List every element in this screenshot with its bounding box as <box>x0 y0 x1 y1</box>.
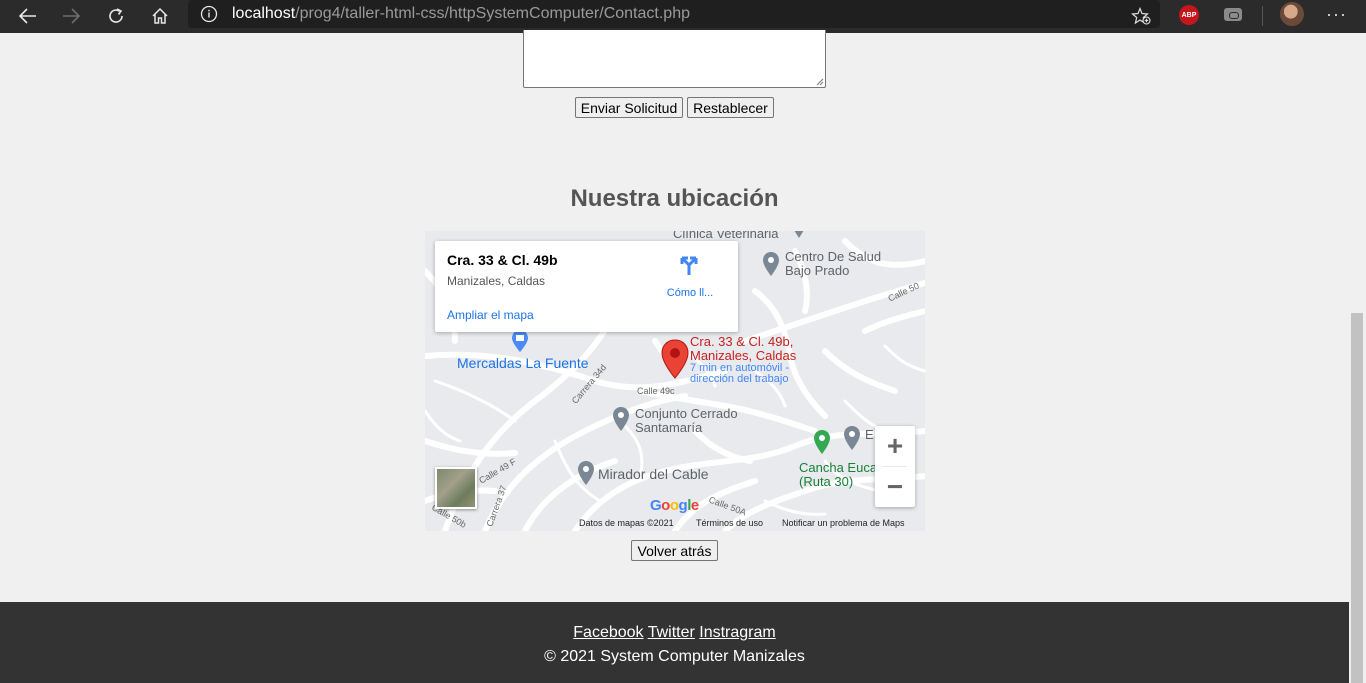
back-arrow-icon[interactable] <box>13 2 43 30</box>
resize-grip-icon[interactable] <box>815 77 824 86</box>
toolbar-divider <box>1262 6 1263 26</box>
zoom-controls: + − <box>875 426 915 507</box>
pin-address-label: Cra. 33 & Cl. 49b, Manizales, Caldas <box>690 334 797 363</box>
directions-link[interactable]: Cómo ll... <box>664 287 716 299</box>
info-card-title: Cra. 33 & Cl. 49b <box>447 252 558 268</box>
favorite-star-icon[interactable] <box>1126 2 1156 30</box>
satellite-toggle[interactable] <box>435 467 477 509</box>
pin-eta-label: 7 min en automóvil - dirección del trabaj… <box>690 362 790 385</box>
place-edificio[interactable]: E <box>865 427 874 442</box>
submit-request-button[interactable]: Enviar Solicitud <box>575 97 683 118</box>
park-pin-icon <box>814 430 830 454</box>
place-cancha[interactable]: Cancha Euca (Ruta 30) <box>799 461 877 489</box>
market-pin-icon <box>512 330 528 352</box>
google-map[interactable]: Clínica Veterinaria Centro De Salud Bajo … <box>425 231 925 531</box>
twitter-link[interactable]: Twitter <box>648 624 695 641</box>
url-text[interactable]: localhost/prog4/taller-html-css/httpSyst… <box>232 5 690 23</box>
scrollbar-thumb[interactable] <box>1351 313 1363 683</box>
reset-button[interactable]: Restablecer <box>687 97 774 118</box>
browser-toolbar: localhost/prog4/taller-html-css/httpSyst… <box>0 0 1366 33</box>
adblock-extension-icon[interactable]: ABP <box>1179 5 1199 25</box>
info-card-subtitle: Manizales, Caldas <box>447 274 546 288</box>
copyright-text: © 2021 System Computer Manizales <box>544 648 805 665</box>
place-mirador[interactable]: Mirador del Cable <box>598 466 709 482</box>
location-pin-icon[interactable] <box>661 339 689 379</box>
zoom-out-button[interactable]: − <box>875 467 915 507</box>
place-centro-salud[interactable]: Centro De Salud Bajo Prado <box>785 250 881 278</box>
page-scrollbar[interactable] <box>1349 33 1366 683</box>
building-pin-icon <box>844 426 860 450</box>
back-button[interactable]: Volver atrás <box>631 540 718 561</box>
facebook-link[interactable]: Facebook <box>573 624 643 641</box>
message-textarea[interactable] <box>523 30 826 88</box>
instagram-link[interactable]: Instragram <box>699 624 775 641</box>
map-data-attribution: Datos de mapas ©2021 <box>579 518 674 528</box>
expand-map-link[interactable]: Ampliar el mapa <box>447 308 534 322</box>
zoom-in-button[interactable]: + <box>875 426 915 466</box>
location-heading: Nuestra ubicación <box>570 185 779 212</box>
mirador-pin-icon <box>578 461 594 485</box>
condo-pin-icon <box>613 407 629 431</box>
map-info-card: Cra. 33 & Cl. 49b Manizales, Caldas Cómo… <box>435 241 738 332</box>
address-bar[interactable]: localhost/prog4/taller-html-css/httpSyst… <box>188 0 1160 28</box>
forward-arrow-icon[interactable] <box>56 2 86 30</box>
more-menu-icon[interactable]: ··· <box>1326 4 1347 25</box>
place-clinica[interactable]: Clínica Veterinaria <box>673 231 779 241</box>
social-links: Facebook Twitter Instragram <box>0 624 1349 642</box>
health-center-pin-icon <box>763 252 779 276</box>
directions-icon[interactable] <box>664 254 714 281</box>
place-mercaldas[interactable]: Mercaldas La Fuente <box>457 355 589 371</box>
profile-avatar[interactable] <box>1280 2 1304 26</box>
place-conjunto[interactable]: Conjunto Cerrado Santamaría <box>635 407 738 435</box>
site-info-icon[interactable] <box>200 5 218 28</box>
terms-link[interactable]: Términos de uso <box>696 518 763 528</box>
place-pin-icon <box>794 231 804 238</box>
google-logo: Google <box>650 497 699 514</box>
page-footer: Facebook Twitter Instragram © 2021 Syste… <box>0 602 1349 683</box>
report-problem-link[interactable]: Notificar un problema de Maps <box>782 518 905 528</box>
refresh-icon[interactable] <box>101 2 131 30</box>
extension-icon[interactable] <box>1224 8 1242 21</box>
street-calle49c: Calle 49c <box>637 386 675 396</box>
home-icon[interactable] <box>145 2 175 30</box>
